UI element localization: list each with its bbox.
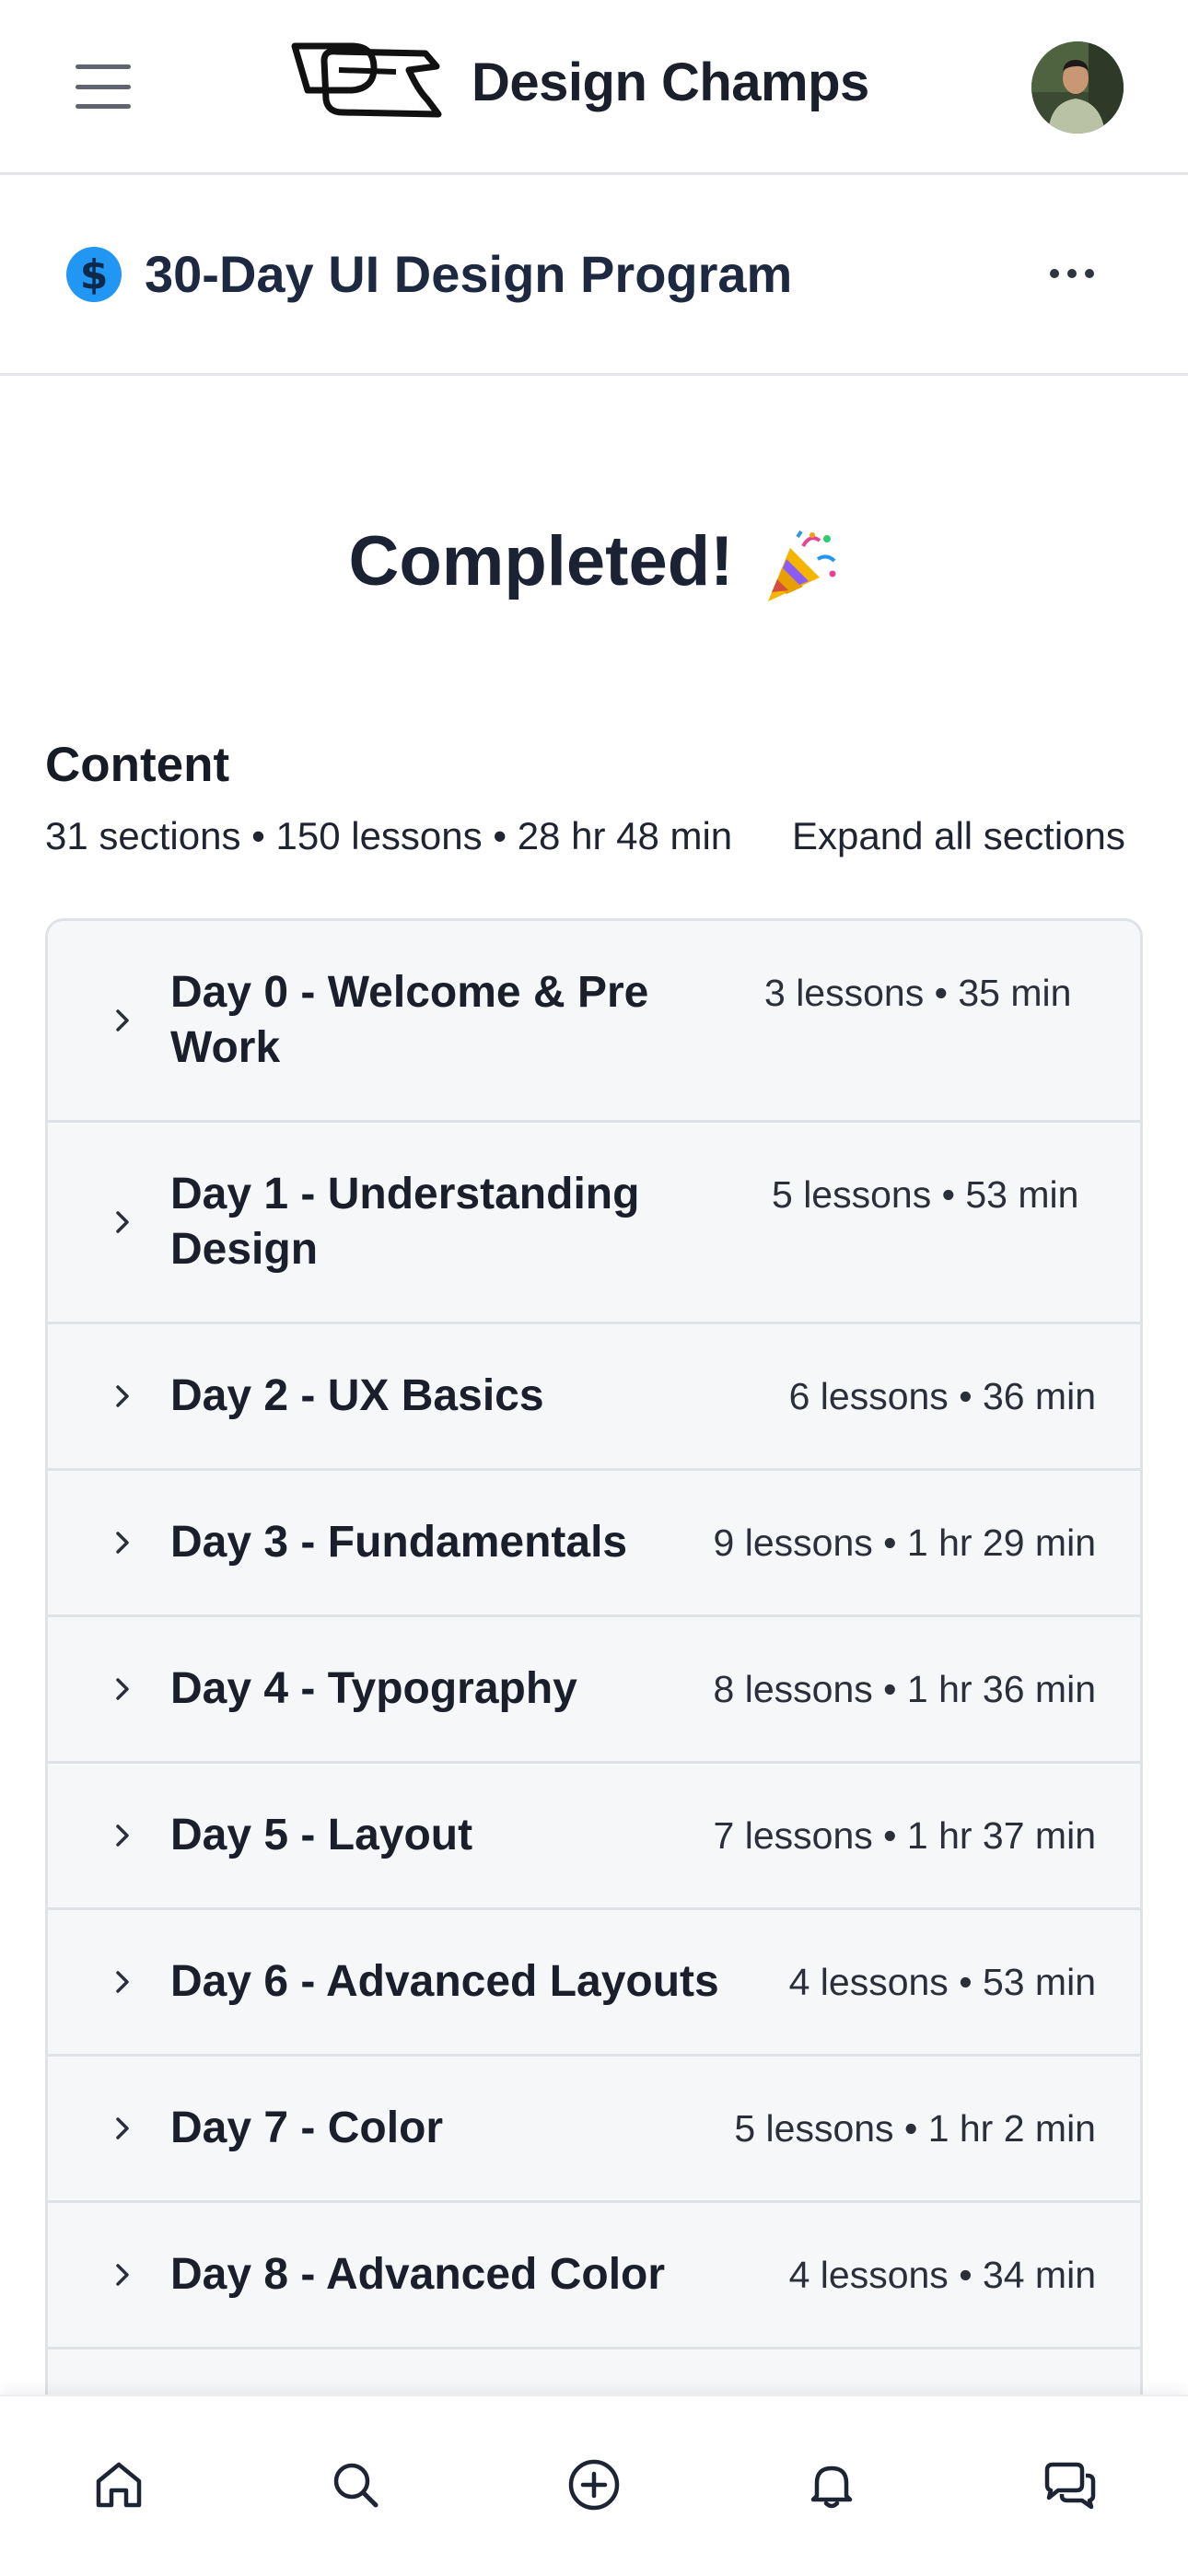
section-title: Day 2 - UX Basics: [170, 1371, 544, 1420]
chevron-right-icon: [116, 1532, 129, 1554]
section-meta: 7 lessons • 1 hr 37 min: [713, 1814, 1096, 1857]
section-row[interactable]: Day 8 - Advanced Color 4 lessons • 34 mi…: [48, 2203, 1140, 2349]
hamburger-menu-icon[interactable]: [76, 64, 131, 109]
chevron-right-icon: [116, 2264, 129, 2286]
section-row[interactable]: Day 7 - Color 5 lessons • 1 hr 2 min: [48, 2057, 1140, 2203]
section-row[interactable]: Day 1 - Understanding Design 5 lessons •…: [48, 1123, 1140, 1324]
expand-all-sections-link[interactable]: Expand all sections: [792, 814, 1125, 858]
section-row[interactable]: Day 2 - UX Basics 6 lessons • 36 min: [48, 1324, 1140, 1471]
section-title: Day 8 - Advanced Color: [170, 2250, 666, 2299]
section-title: Day 1 - Understanding Design: [170, 1170, 640, 1274]
sections-list: Day 0 - Welcome & Pre Work 3 lessons • 3…: [45, 918, 1143, 2401]
search-icon[interactable]: [328, 2457, 383, 2512]
brand[interactable]: Design Champs: [287, 41, 869, 123]
section-row[interactable]: Day 4 - Typography 8 lessons • 1 hr 36 m…: [48, 1617, 1140, 1764]
chevron-right-icon: [116, 1678, 129, 1700]
completion-status: Completed!: [0, 516, 1188, 608]
section-row[interactable]: Day 5 - Layout 7 lessons • 1 hr 37 min: [48, 1764, 1140, 1910]
section-row[interactable]: Day 6 - Advanced Layouts 4 lessons • 53 …: [48, 1910, 1140, 2057]
section-meta: 8 lessons • 1 hr 36 min: [713, 1668, 1096, 1710]
home-icon[interactable]: [91, 2457, 146, 2512]
dollar-circle-icon: $: [66, 247, 122, 302]
section-row[interactable]: Day 0 - Welcome & Pre Work 3 lessons • 3…: [48, 921, 1140, 1123]
section-title: Day 6 - Advanced Layouts: [170, 1957, 719, 2006]
section-row-partial[interactable]: [48, 2349, 1140, 2401]
bottom-navigation: [0, 2395, 1188, 2576]
section-title: Day 5 - Layout: [170, 1811, 473, 1859]
bell-icon[interactable]: [804, 2457, 859, 2512]
chevron-right-icon: [116, 1385, 129, 1407]
completion-text: Completed!: [348, 522, 734, 600]
section-row[interactable]: Day 3 - Fundamentals 9 lessons • 1 hr 29…: [48, 1471, 1140, 1617]
section-meta: 3 lessons • 35 min: [764, 972, 1072, 1014]
section-title: Day 7 - Color: [170, 2104, 444, 2152]
section-meta: 5 lessons • 53 min: [772, 1173, 1079, 1216]
section-title: Day 0 - Welcome & Pre Work: [170, 968, 649, 1072]
section-title: Day 4 - Typography: [170, 1664, 577, 1713]
top-app-bar: Design Champs: [0, 0, 1188, 175]
content-heading: Content: [45, 738, 230, 792]
chevron-right-icon: [116, 1971, 129, 1993]
section-meta: 4 lessons • 34 min: [788, 2254, 1096, 2296]
section-title: Day 3 - Fundamentals: [170, 1518, 628, 1567]
chevron-right-icon: [116, 1824, 129, 1847]
section-meta: 6 lessons • 36 min: [788, 1375, 1096, 1417]
chat-icon[interactable]: [1042, 2457, 1097, 2512]
design-champs-logo: [291, 42, 442, 118]
chevron-right-icon: [116, 1211, 129, 1233]
section-meta: 9 lessons • 1 hr 29 min: [713, 1521, 1096, 1564]
brand-name: Design Champs: [472, 52, 869, 112]
section-meta: 4 lessons • 53 min: [788, 1961, 1096, 2003]
course-header: $ 30-Day UI Design Program: [0, 175, 1188, 376]
more-horizontal-icon[interactable]: [1050, 260, 1094, 287]
party-popper-icon: [767, 530, 836, 601]
add-circle-icon[interactable]: [566, 2457, 622, 2512]
chevron-right-icon: [116, 1009, 129, 1032]
course-title: 30-Day UI Design Program: [145, 245, 793, 303]
content-summary: 31 sections • 150 lessons • 28 hr 48 min: [45, 814, 733, 857]
section-meta: 5 lessons • 1 hr 2 min: [734, 2107, 1096, 2150]
chevron-right-icon: [116, 2117, 129, 2139]
user-avatar[interactable]: [1031, 41, 1124, 134]
